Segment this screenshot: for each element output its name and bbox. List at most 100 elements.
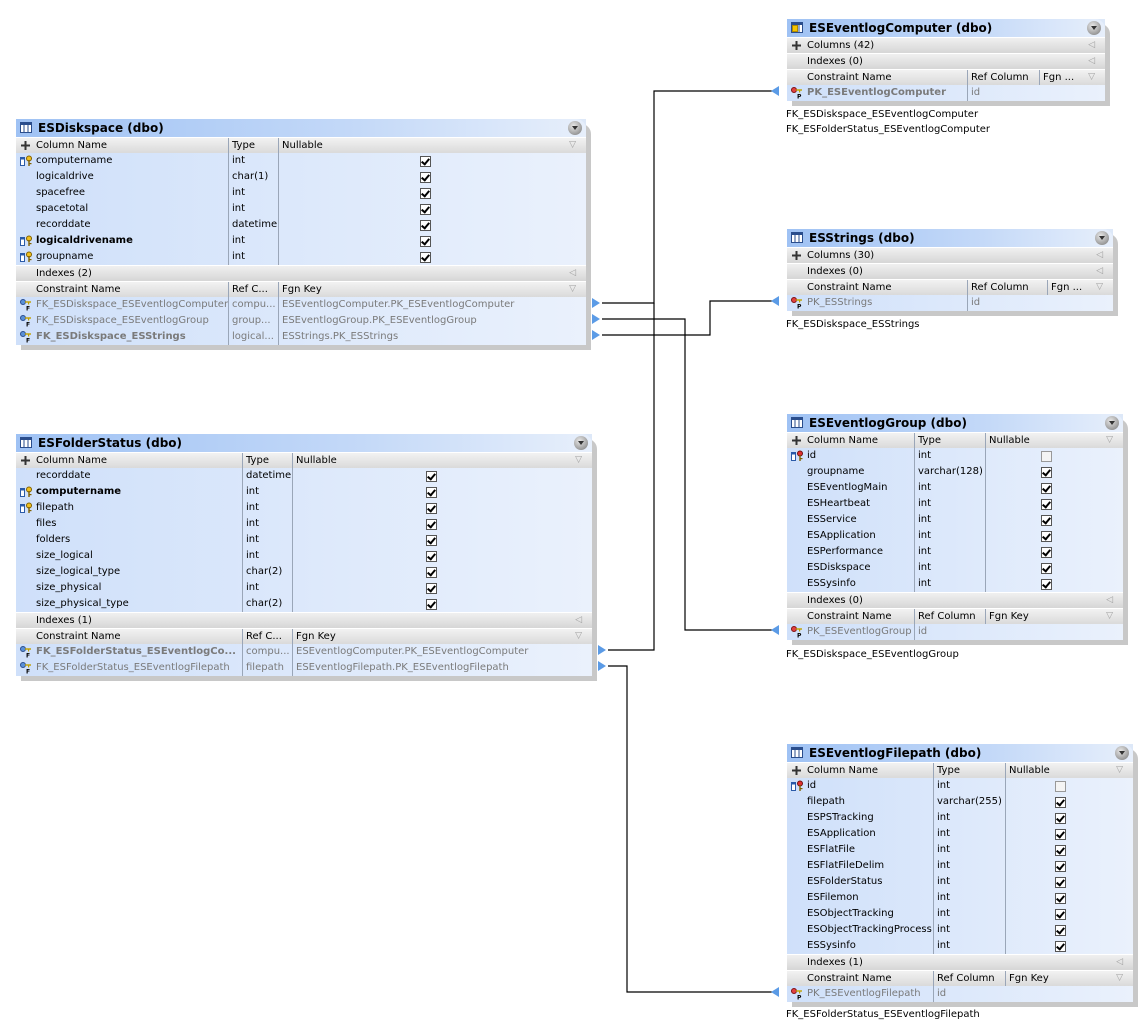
nullable-checkbox[interactable] <box>420 236 431 247</box>
expand-triangle-icon[interactable]: ◁ <box>1088 38 1095 53</box>
columns-header[interactable]: Column Name Type Nullable ▽ <box>787 762 1133 778</box>
rel-line-folderstatus-computer[interactable] <box>608 303 655 651</box>
nullable-checkbox[interactable] <box>1041 483 1052 494</box>
nullable-checkbox[interactable] <box>1041 467 1052 478</box>
column-row[interactable]: ESDiskspace int <box>787 560 1123 576</box>
indexes-section[interactable]: Indexes (2) ◁ <box>16 265 586 281</box>
column-row[interactable]: ESPSTracking int <box>787 810 1133 826</box>
collapse-triangle-icon[interactable]: ▽ <box>1096 280 1103 295</box>
column-row[interactable]: size_logical_type char(2) <box>16 564 592 580</box>
nullable-checkbox[interactable] <box>426 519 437 530</box>
nullable-checkbox[interactable] <box>426 471 437 482</box>
nullable-checkbox[interactable] <box>426 503 437 514</box>
nullable-checkbox[interactable] <box>1055 781 1066 792</box>
column-row[interactable]: id int <box>787 448 1123 464</box>
nullable-checkbox[interactable] <box>1041 515 1052 526</box>
indexes-section[interactable]: Indexes (0) ◁ <box>787 53 1105 69</box>
expand-icon[interactable] <box>792 766 801 775</box>
table-eseventlogfilepath[interactable]: ESEventlogFilepath (dbo) Column Name Type N… <box>787 744 1133 1002</box>
table-esstrings[interactable]: ESStrings (dbo) Columns (30) ◁ Indexes (0) ◁… <box>787 229 1113 311</box>
table-esdiskspace[interactable]: ESDiskspace (dbo) Column Name Type Nullable… <box>16 119 586 345</box>
nullable-checkbox[interactable] <box>426 551 437 562</box>
column-row[interactable]: ESService int <box>787 512 1123 528</box>
expand-icon[interactable] <box>792 251 801 260</box>
nullable-checkbox[interactable] <box>426 487 437 498</box>
indexes-section[interactable]: Indexes (0) ◁ <box>787 592 1123 608</box>
column-row[interactable]: size_logical int <box>16 548 592 564</box>
column-row[interactable]: ESFlatFile int <box>787 842 1133 858</box>
nullable-checkbox[interactable] <box>1055 797 1066 808</box>
collapse-triangle-icon[interactable]: ▽ <box>1088 70 1095 85</box>
indexes-section[interactable]: Indexes (1) ◁ <box>16 612 592 628</box>
collapse-triangle-icon[interactable]: ▽ <box>569 138 576 153</box>
constraints-header[interactable]: Constraint Name Ref Column Fgn Key ▽ <box>787 608 1123 624</box>
table-eseventloggroup[interactable]: ESEventlogGroup (dbo) Column Name Type Null… <box>787 414 1123 640</box>
column-row[interactable]: size_physical_type char(2) <box>16 596 592 612</box>
table-title-bar[interactable]: ESEventlogGroup (dbo) <box>787 414 1123 432</box>
column-row[interactable]: ESFilemon int <box>787 890 1133 906</box>
indexes-section[interactable]: Indexes (1) ◁ <box>787 954 1133 970</box>
column-row[interactable]: filepath int <box>16 500 592 516</box>
collapse-triangle-icon[interactable]: ▽ <box>1116 763 1123 778</box>
table-title-bar[interactable]: ESDiskspace (dbo) <box>16 119 586 137</box>
collapse-triangle-icon[interactable]: ▽ <box>569 282 576 297</box>
constraints-header[interactable]: Constraint Name Ref Column Fgn Key ▽ <box>787 970 1133 986</box>
constraint-row[interactable]: P PK_ESEventlogGroup id <box>787 624 1123 640</box>
column-row[interactable]: id int <box>787 778 1133 794</box>
column-row[interactable]: ESFlatFileDelim int <box>787 858 1133 874</box>
table-esfolderstatus[interactable]: ESFolderStatus (dbo) Column Name Type Nulla… <box>16 434 592 676</box>
expand-icon[interactable] <box>21 141 30 150</box>
nullable-checkbox[interactable] <box>1055 861 1066 872</box>
nullable-checkbox[interactable] <box>426 599 437 610</box>
collapse-triangle-icon[interactable]: ▽ <box>575 453 582 468</box>
column-row[interactable]: ESEventlogMain int <box>787 480 1123 496</box>
expand-triangle-icon[interactable]: ◁ <box>575 613 582 628</box>
table-menu-button[interactable] <box>574 436 588 450</box>
columns-header[interactable]: Column Name Type Nullable ▽ <box>16 137 586 153</box>
nullable-checkbox[interactable] <box>426 567 437 578</box>
nullable-checkbox[interactable] <box>1041 451 1052 462</box>
table-menu-button[interactable] <box>568 121 582 135</box>
table-title-bar[interactable]: ESStrings (dbo) <box>787 229 1113 247</box>
constraint-row[interactable]: P PK_ESEventlogComputer id <box>787 85 1105 101</box>
nullable-checkbox[interactable] <box>426 535 437 546</box>
nullable-checkbox[interactable] <box>1041 499 1052 510</box>
column-row[interactable]: ESApplication int <box>787 528 1123 544</box>
expand-triangle-icon[interactable]: ◁ <box>1088 54 1095 69</box>
columns-header[interactable]: Column Name Type Nullable ▽ <box>16 452 592 468</box>
table-title-bar[interactable]: ESEventlogFilepath (dbo) <box>787 744 1133 762</box>
table-title-bar[interactable]: ESEventlogComputer (dbo) <box>787 19 1105 37</box>
column-row[interactable]: logicaldrive char(1) <box>16 169 586 185</box>
table-menu-button[interactable] <box>1105 416 1119 430</box>
column-row[interactable]: ESSysinfo int <box>787 938 1133 954</box>
expand-icon[interactable] <box>792 41 801 50</box>
column-row[interactable]: spacetotal int <box>16 201 586 217</box>
nullable-checkbox[interactable] <box>1041 531 1052 542</box>
collapse-triangle-icon[interactable]: ▽ <box>1116 971 1123 986</box>
columns-section[interactable]: Columns (42) ◁ <box>787 37 1105 53</box>
rel-line-diskspace-group[interactable] <box>602 318 772 631</box>
nullable-checkbox[interactable] <box>1055 909 1066 920</box>
column-row[interactable]: ESObjectTrackingProcess int <box>787 922 1133 938</box>
table-title-bar[interactable]: ESFolderStatus (dbo) <box>16 434 592 452</box>
nullable-checkbox[interactable] <box>420 220 431 231</box>
column-row[interactable]: recorddate datetime <box>16 217 586 233</box>
table-menu-button[interactable] <box>1115 746 1129 760</box>
collapse-triangle-icon[interactable]: ▽ <box>575 629 582 644</box>
collapse-triangle-icon[interactable]: ▽ <box>1106 433 1113 448</box>
column-row[interactable]: ESHeartbeat int <box>787 496 1123 512</box>
nullable-checkbox[interactable] <box>1041 579 1052 590</box>
constraint-row[interactable]: P PK_ESStrings id <box>787 295 1113 311</box>
column-row[interactable]: ESApplication int <box>787 826 1133 842</box>
column-row[interactable]: recorddate datetime <box>16 468 592 484</box>
constraint-row[interactable]: F FK_ESDiskspace_ESEventlogComputer compu.… <box>16 297 586 313</box>
collapse-triangle-icon[interactable]: ▽ <box>1106 609 1113 624</box>
column-row[interactable]: folders int <box>16 532 592 548</box>
column-row[interactable]: ESObjectTracking int <box>787 906 1133 922</box>
table-menu-button[interactable] <box>1087 21 1101 35</box>
table-menu-button[interactable] <box>1095 231 1109 245</box>
column-row[interactable]: filepath varchar(255) <box>787 794 1133 810</box>
rel-line-diskspace-computer[interactable] <box>602 90 772 304</box>
column-row[interactable]: computername int <box>16 153 586 169</box>
constraint-row[interactable]: F FK_ESFolderStatus_ESEventlogFilepath fil… <box>16 660 592 676</box>
